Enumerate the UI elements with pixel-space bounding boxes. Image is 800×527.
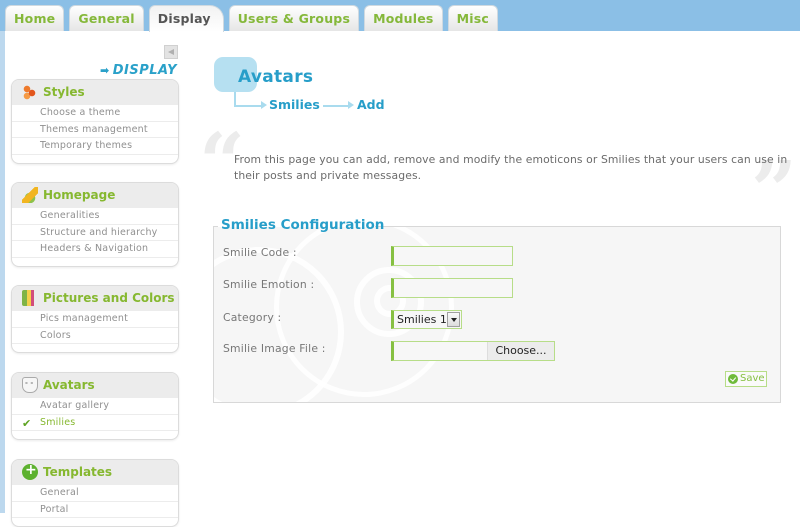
tab-misc[interactable]: Misc	[447, 5, 498, 31]
menu-item-templates-portal[interactable]: Portal	[12, 500, 178, 518]
category-select[interactable]: Smilies 1	[391, 310, 462, 329]
menu-item-templates-general[interactable]: General	[12, 484, 178, 501]
menu-item-label: Smilies	[40, 416, 76, 428]
breadcrumb-smilies[interactable]: Smilies	[269, 97, 320, 112]
choose-file-button[interactable]: Choose...	[487, 342, 554, 360]
plus-circle-icon	[22, 462, 38, 480]
category-selected-value: Smilies 1	[397, 313, 447, 326]
left-edge-strip	[0, 31, 5, 513]
menu-avatars: Avatars Avatar gallery ✔ Smilies	[11, 372, 179, 440]
menu-title: Avatars	[43, 378, 95, 392]
smilie-image-file-input[interactable]: Choose...	[391, 341, 555, 361]
tab-modules[interactable]: Modules	[364, 5, 443, 31]
tab-home[interactable]: Home	[5, 5, 65, 31]
menu-styles: Styles Choose a theme Themes management …	[11, 79, 179, 164]
menu-title: Styles	[43, 85, 85, 99]
breadcrumb-connector	[323, 105, 349, 107]
sidebar-section-label: DISPLAY	[112, 63, 178, 78]
arrow-right-icon	[261, 101, 267, 109]
menu-header-avatars[interactable]: Avatars	[12, 373, 178, 397]
menu-footer	[12, 430, 178, 439]
checkmark-circle-icon	[728, 374, 738, 384]
save-button[interactable]: Save	[725, 371, 767, 387]
menu-templates: Templates General Portal	[11, 459, 179, 527]
menu-item-themes-management[interactable]: Themes management	[12, 120, 178, 138]
pictures-colors-icon	[22, 290, 38, 306]
smilie-emotion-label: Smilie Emotion :	[223, 278, 315, 291]
main-tabs: Home General Display Users & Groups Modu…	[5, 5, 503, 32]
menu-header-homepage[interactable]: Homepage	[12, 183, 178, 207]
menu-header-pictures-colors[interactable]: Pictures and Colors	[12, 286, 178, 310]
breadcrumb-title[interactable]: Avatars	[238, 67, 313, 87]
chevron-down-icon[interactable]	[447, 312, 460, 327]
top-navigation-bar: Home General Display Users & Groups Modu…	[0, 0, 800, 32]
menu-item-avatar-gallery[interactable]: Avatar gallery	[12, 397, 178, 414]
tab-general[interactable]: General	[69, 5, 144, 31]
menu-item-temporary-themes[interactable]: Temporary themes	[12, 137, 178, 154]
arrow-right-icon: ➡	[100, 64, 110, 77]
tab-display[interactable]: Display	[148, 5, 224, 32]
menu-footer	[12, 256, 178, 266]
menu-item-colors[interactable]: Colors	[12, 326, 178, 344]
arrow-right-icon	[348, 101, 354, 109]
collapse-sidebar-button[interactable]	[164, 45, 178, 59]
styles-icon	[22, 84, 38, 100]
breadcrumb-connector	[234, 92, 236, 106]
page-description: From this page you can add, remove and m…	[234, 153, 788, 182]
menu-item-choose-theme[interactable]: Choose a theme	[12, 104, 178, 121]
menu-footer	[12, 517, 178, 526]
menu-pictures-colors: Pictures and Colors Pics management Colo…	[11, 285, 179, 353]
menu-header-templates[interactable]: Templates	[12, 460, 178, 484]
avatar-mask-icon	[22, 377, 38, 393]
menu-footer	[12, 153, 178, 163]
smilie-code-label: Smilie Code :	[223, 246, 297, 259]
breadcrumb-connector	[234, 105, 262, 107]
menu-item-smilies[interactable]: ✔ Smilies	[12, 413, 178, 431]
breadcrumb-add: Add	[357, 97, 385, 112]
smilie-image-file-label: Smilie Image File :	[223, 342, 326, 355]
smilie-emotion-input[interactable]	[391, 278, 513, 298]
sidebar-section-title: ➡ DISPLAY	[100, 63, 177, 78]
category-label: Category :	[223, 311, 282, 324]
smilie-code-input[interactable]	[391, 246, 513, 266]
homepage-icon	[22, 187, 38, 203]
menu-item-pics-management[interactable]: Pics management	[12, 310, 178, 327]
menu-title: Pictures and Colors	[43, 291, 175, 305]
checkmark-icon: ✔	[22, 416, 32, 430]
menu-title: Homepage	[43, 188, 116, 202]
menu-item-structure-hierarchy[interactable]: Structure and hierarchy	[12, 223, 178, 241]
menu-header-styles[interactable]: Styles	[12, 80, 178, 104]
menu-footer	[12, 343, 178, 352]
menu-title: Templates	[43, 465, 113, 479]
save-label: Save	[740, 373, 765, 384]
menu-homepage: Homepage Generalities Structure and hier…	[11, 182, 179, 267]
menu-item-headers-navigation[interactable]: Headers & Navigation	[12, 240, 178, 257]
fieldset-legend: Smilies Configuration	[221, 217, 385, 233]
tab-users-groups[interactable]: Users & Groups	[228, 5, 360, 31]
menu-item-generalities[interactable]: Generalities	[12, 207, 178, 224]
